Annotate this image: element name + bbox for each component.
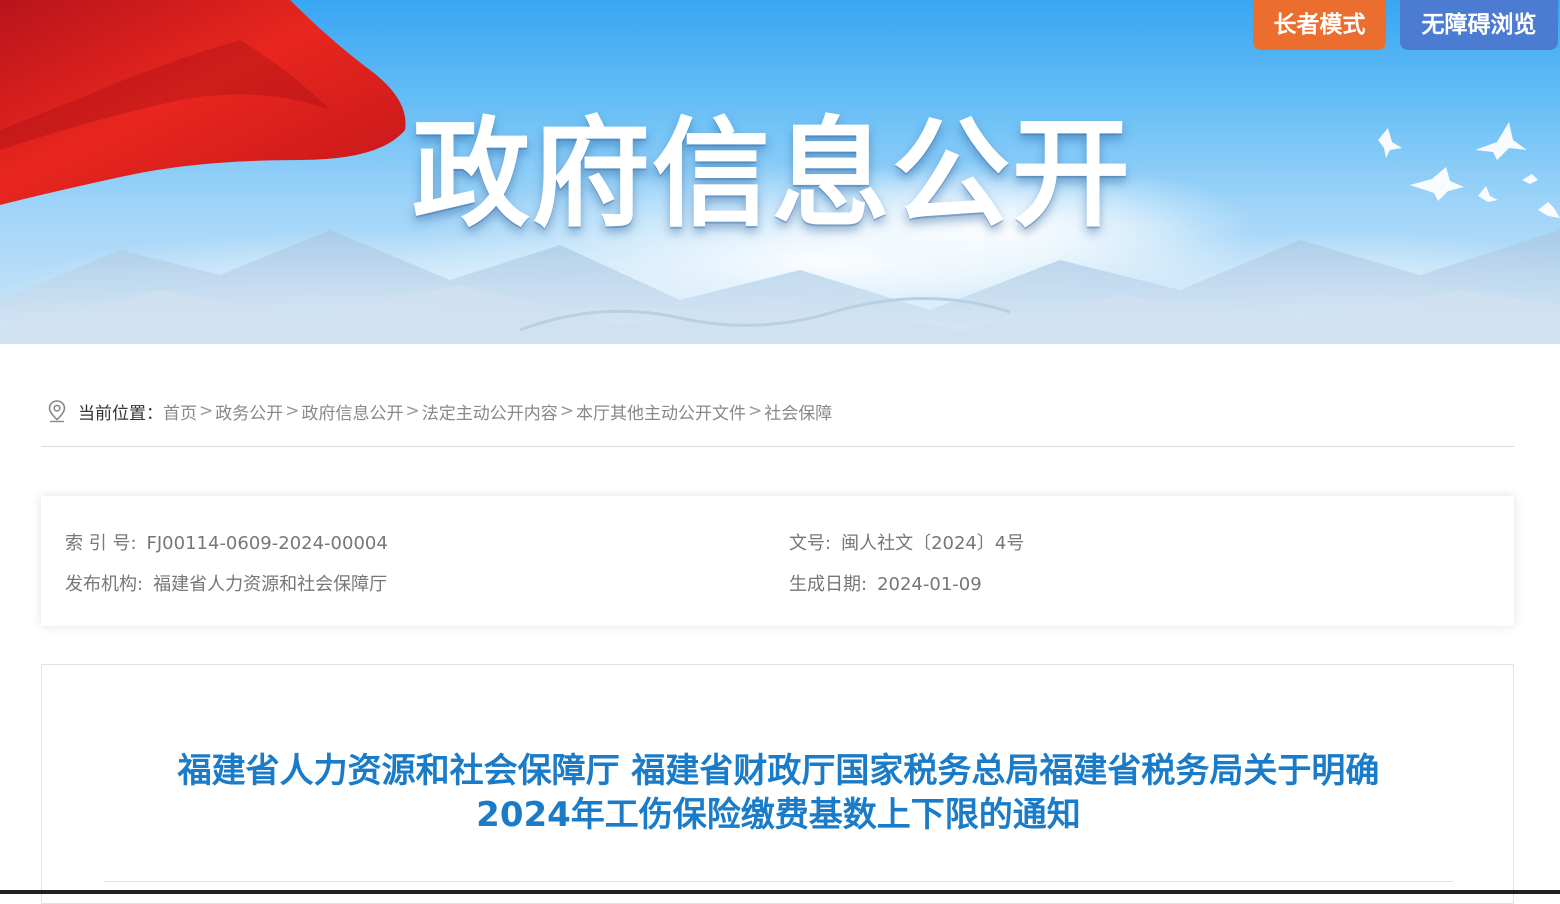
article-title-line-2: 2024年工伤保险缴费基数上下限的通知	[476, 795, 1081, 835]
elder-mode-button[interactable]: 长者模式	[1253, 0, 1386, 50]
location-pin-icon	[48, 400, 66, 423]
breadcrumb-separator: >	[559, 401, 574, 421]
breadcrumb-label: 当前位置：	[78, 403, 163, 424]
article-title-line-1: 福建省人力资源和社会保障厅 福建省财政厅国家税务总局福建省税务局关于明确	[177, 751, 1380, 791]
index-number-label: 索 引 号:	[65, 533, 137, 554]
article-container: 福建省人力资源和社会保障厅 福建省财政厅国家税务总局福建省税务局关于明确 202…	[41, 664, 1514, 904]
breadcrumb-statutory[interactable]: 法定主动公开内容	[422, 399, 558, 424]
breadcrumb-separator: >	[405, 401, 420, 421]
banner-title: 政府信息公开	[412, 105, 1133, 243]
breadcrumb-separator: >	[748, 401, 763, 421]
breadcrumb-separator: >	[199, 401, 214, 421]
article-title-divider	[104, 881, 1453, 882]
document-number-value: 闽人社文〔2024〕4号	[841, 533, 1025, 554]
document-meta-card: 索 引 号: FJ00114-0609-2024-00004 文号: 闽人社文〔20…	[41, 496, 1514, 626]
accessibility-button[interactable]: 无障碍浏览	[1400, 0, 1558, 50]
header-banner: 政府信息公开 长者模式 无障碍浏览	[0, 0, 1560, 344]
breadcrumb-separator: >	[285, 401, 300, 421]
breadcrumb-other-docs[interactable]: 本厅其他主动公开文件	[576, 399, 746, 424]
publisher-value: 福建省人力资源和社会保障厅	[153, 574, 388, 595]
document-number-label: 文号:	[789, 533, 832, 554]
breadcrumb: 当前位置： 首页 > 政务公开 > 政府信息公开 > 法定主动公开内容 > 本厅…	[46, 396, 832, 426]
generation-date-value: 2024-01-09	[877, 574, 982, 595]
publisher-label: 发布机构:	[65, 574, 144, 595]
article-title: 福建省人力资源和社会保障厅 福建省财政厅国家税务总局福建省税务局关于明确 202…	[42, 749, 1515, 837]
index-number: 索 引 号: FJ00114-0609-2024-00004	[65, 529, 388, 555]
window-bottom-edge	[0, 890, 1560, 894]
breadcrumb-divider	[41, 446, 1514, 447]
generation-date-label: 生成日期:	[789, 574, 868, 595]
document-number: 文号: 闽人社文〔2024〕4号	[789, 529, 1024, 555]
breadcrumb-social-security[interactable]: 社会保障	[764, 399, 832, 424]
breadcrumb-gov-affairs[interactable]: 政务公开	[215, 399, 283, 424]
breadcrumb-home[interactable]: 首页	[163, 399, 197, 424]
breadcrumb-gov-info[interactable]: 政府信息公开	[302, 399, 404, 424]
generation-date: 生成日期: 2024-01-09	[789, 570, 982, 596]
publisher: 发布机构: 福建省人力资源和社会保障厅	[65, 570, 387, 596]
index-number-value: FJ00114-0609-2024-00004	[146, 533, 388, 554]
